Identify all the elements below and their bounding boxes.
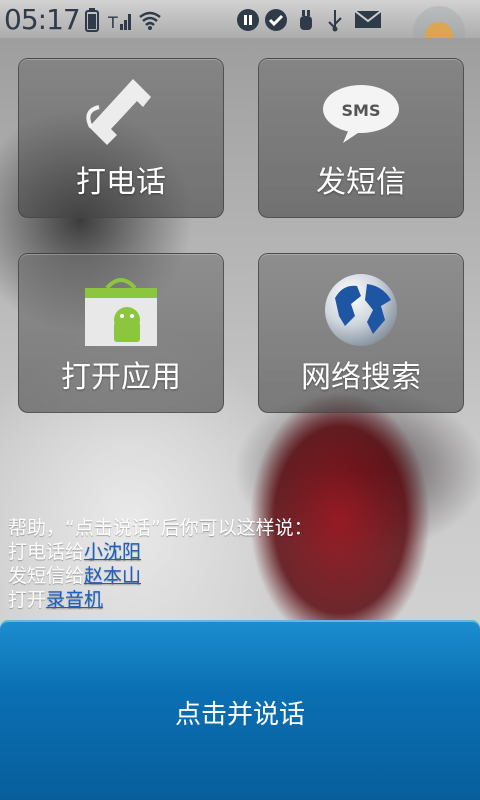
web-search-label: 网络搜索 <box>301 360 421 395</box>
example-link-recorder[interactable]: 录音机 <box>46 589 103 611</box>
open-app-tile[interactable]: 打开应用 <box>18 253 224 413</box>
notification-glow <box>404 2 474 58</box>
help-intro: 帮助，“点击说话”后你可以这样说： <box>8 517 313 539</box>
help-text: 帮助，“点击说话”后你可以这样说： 打电话给小沈阳 发短信给赵本山 打开录音机 <box>8 516 478 612</box>
call-tile[interactable]: 打电话 <box>18 58 224 218</box>
help-line: 打开录音机 <box>8 588 478 612</box>
call-label: 打电话 <box>76 165 166 200</box>
battery-icon <box>84 8 100 32</box>
check-icon <box>264 8 288 31</box>
globe-icon <box>321 270 401 350</box>
tap-and-speak-button[interactable]: 点击并说话 <box>0 620 480 800</box>
example-link-xiaoshenyang[interactable]: 小沈阳 <box>84 541 141 563</box>
web-search-tile[interactable]: 网络搜索 <box>258 253 464 413</box>
mail-icon <box>354 8 382 30</box>
sms-tile[interactable]: SMS 发短信 <box>258 58 464 218</box>
sms-icon-text: SMS <box>342 101 381 120</box>
help-line-prefix: 发短信给 <box>8 565 85 587</box>
help-line: 打电话给小沈阳 <box>8 540 478 564</box>
sms-icon: SMS <box>321 81 401 161</box>
clock: 05:17 <box>4 3 81 36</box>
example-link-zhaobenshan[interactable]: 赵本山 <box>84 565 141 587</box>
market-bag-icon <box>81 270 161 350</box>
sms-label: 发短信 <box>316 165 406 200</box>
help-line: 发短信给赵本山 <box>8 564 478 588</box>
svg-text:T: T <box>108 13 118 32</box>
status-bar: 05:17 T <box>0 0 480 58</box>
signal-icon: T <box>107 8 134 32</box>
help-line-prefix: 打开 <box>8 589 47 611</box>
help-line-prefix: 打电话给 <box>8 541 85 563</box>
phone-icon <box>81 73 161 153</box>
pause-icon <box>236 8 260 31</box>
usb-debug-icon <box>296 8 316 30</box>
tap-and-speak-label: 点击并说话 <box>174 700 305 730</box>
usb-icon <box>326 8 344 32</box>
open-app-label: 打开应用 <box>61 360 181 395</box>
wifi-icon <box>138 8 162 30</box>
